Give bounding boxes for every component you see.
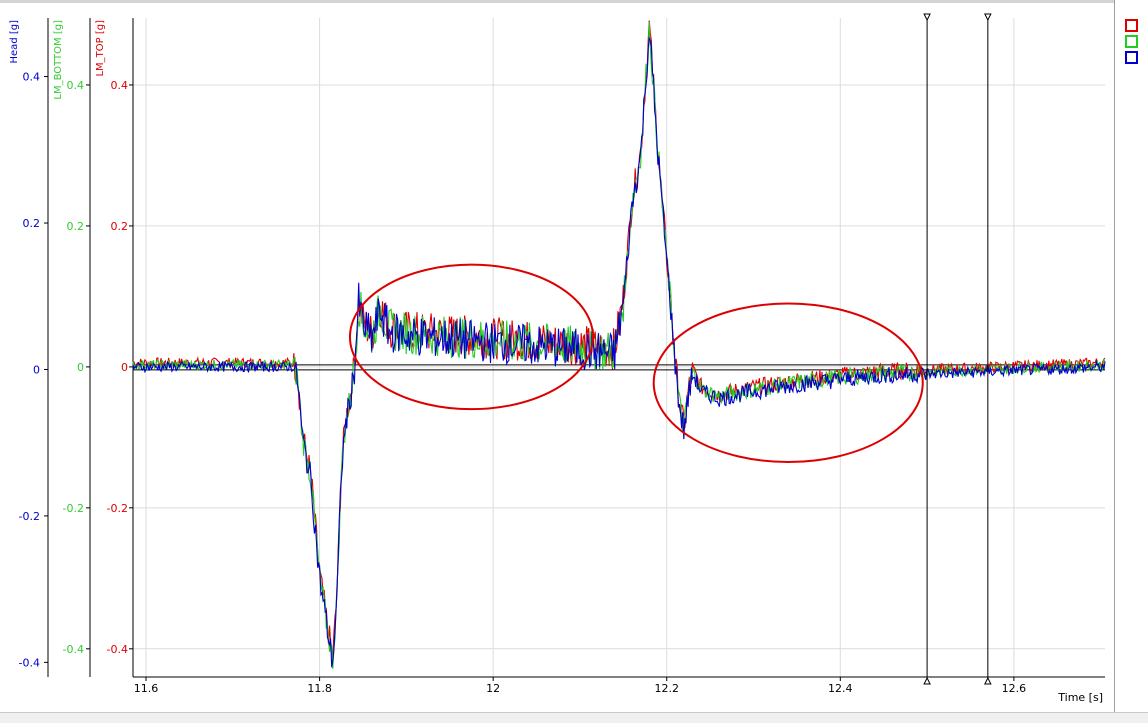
x-tick-label: 12.4	[828, 682, 853, 695]
cursor-handle-bottom[interactable]	[984, 676, 992, 685]
legend-item-blue[interactable]	[1123, 50, 1145, 64]
chart-canvas[interactable]: 11.6 11.8 12 12.2 12.4 12.6 Time [s] 0.4 0.2 0 -0.…	[0, 0, 1114, 712]
y-tick-label: -0.4	[19, 656, 40, 669]
x-tick-label: 12.6	[1002, 682, 1027, 695]
y-tick-label: 0	[33, 363, 40, 376]
y-axis-title: Head [g]	[9, 20, 20, 64]
y-tick-label: 0.4	[67, 79, 85, 92]
x-tick-label: 11.6	[134, 682, 159, 695]
legend-swatch-blue	[1125, 51, 1138, 64]
y-tick-label: 0.2	[111, 220, 129, 233]
x-tick-label: 12	[486, 682, 500, 695]
y-tick-label: -0.2	[19, 510, 40, 523]
y-tick-label: 0	[77, 361, 84, 374]
legend-panel	[1114, 0, 1148, 722]
plot-area	[133, 18, 1105, 677]
status-bar	[0, 712, 1148, 723]
y-tick-label: -0.4	[107, 643, 128, 656]
legend-item-red[interactable]	[1123, 18, 1145, 32]
x-axis-label: Time [s]	[1057, 691, 1103, 704]
y-tick-label: -0.2	[107, 502, 128, 515]
cursor-handle-bottom[interactable]	[923, 676, 931, 685]
grid-layer	[133, 18, 1105, 677]
x-tick-label: 11.8	[307, 682, 332, 695]
legend-item-green[interactable]	[1123, 34, 1145, 48]
y-tick-label: -0.4	[63, 643, 84, 656]
y-axis-title: LM_TOP [g]	[95, 20, 106, 77]
y-tick-label: 0.2	[23, 217, 41, 230]
y-tick-label: 0.4	[23, 71, 41, 84]
legend-swatch-green	[1125, 35, 1138, 48]
legend-swatch-red	[1125, 19, 1138, 32]
y-tick-label: 0	[121, 361, 128, 374]
y-tick-label: 0.4	[111, 79, 129, 92]
y-tick-label: -0.2	[63, 502, 84, 515]
y-tick-label: 0.2	[67, 220, 85, 233]
y-axis-title: LM_BOTTOM [g]	[53, 20, 64, 100]
x-tick-label: 12.2	[654, 682, 679, 695]
